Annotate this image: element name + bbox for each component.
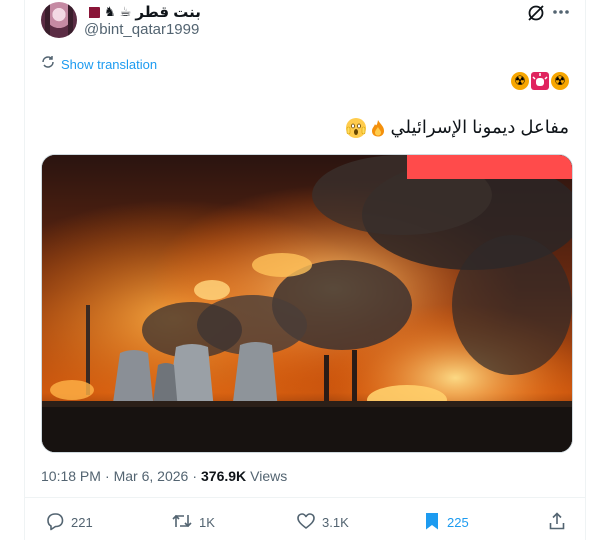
- meta-separator: ·: [192, 468, 197, 484]
- grok-icon[interactable]: [526, 3, 546, 23]
- share-button[interactable]: [547, 510, 567, 534]
- emoji-line: ☢ ☢: [511, 72, 569, 90]
- face-screaming-icon: [346, 117, 367, 138]
- tweet-meta: 10:18 PM · Mar 6, 2026 · 376.9K Views: [41, 468, 287, 484]
- siren-icon: [531, 72, 549, 90]
- author-name-row[interactable]: ♞ ☕ بنت قطر: [84, 2, 201, 22]
- chess-knight-icon: ♞: [104, 4, 116, 20]
- avatar-hair: [45, 2, 73, 38]
- radioactive-icon: ☢: [511, 72, 529, 90]
- card-border-left: [24, 0, 25, 540]
- qatar-flag-icon: [84, 6, 100, 18]
- reply-button[interactable]: 221: [45, 510, 93, 534]
- fire-icon: [371, 119, 385, 137]
- card-border-right: [585, 0, 586, 540]
- radioactive-icon: ☢: [551, 72, 569, 90]
- coffee-icon: ☕: [119, 4, 132, 20]
- display-name[interactable]: بنت قطر: [135, 3, 201, 21]
- like-button[interactable]: 3.1K: [296, 510, 349, 534]
- like-count: 3.1K: [322, 514, 349, 530]
- heart-icon: [296, 511, 316, 534]
- show-translation-label[interactable]: Show translation: [61, 57, 157, 72]
- meta-separator: ·: [104, 468, 110, 484]
- share-icon: [547, 511, 567, 534]
- tweet-time[interactable]: 10:18 PM: [41, 468, 101, 484]
- repost-icon: [171, 511, 193, 534]
- repost-button[interactable]: 1K: [171, 510, 215, 534]
- tweet-date[interactable]: Mar 6, 2026: [114, 468, 189, 484]
- bookmark-button[interactable]: 225: [423, 510, 469, 534]
- author-handle[interactable]: @bint_qatar1999: [84, 21, 199, 38]
- tweet-text: مفاعل ديمونا الإسرائيلي: [346, 117, 569, 138]
- reply-count: 221: [71, 514, 93, 530]
- repost-count: 1K: [199, 514, 215, 530]
- tweet-actions: 221 1K 3.1K 225: [41, 510, 571, 534]
- show-translation-link[interactable]: Show translation: [41, 55, 157, 74]
- bookmark-icon: [423, 511, 441, 534]
- avatar[interactable]: [41, 2, 77, 38]
- tweet-media-image[interactable]: [41, 154, 573, 453]
- views-count: 376.9K: [201, 468, 247, 484]
- views-label: Views: [250, 468, 288, 484]
- translate-icon: [41, 55, 55, 74]
- reply-icon: [45, 511, 65, 534]
- bookmark-count: 225: [447, 514, 469, 530]
- divider: [25, 497, 585, 498]
- tweet-text-body: مفاعل ديمونا الإسرائيلي: [390, 117, 569, 137]
- more-options-icon[interactable]: [550, 1, 572, 23]
